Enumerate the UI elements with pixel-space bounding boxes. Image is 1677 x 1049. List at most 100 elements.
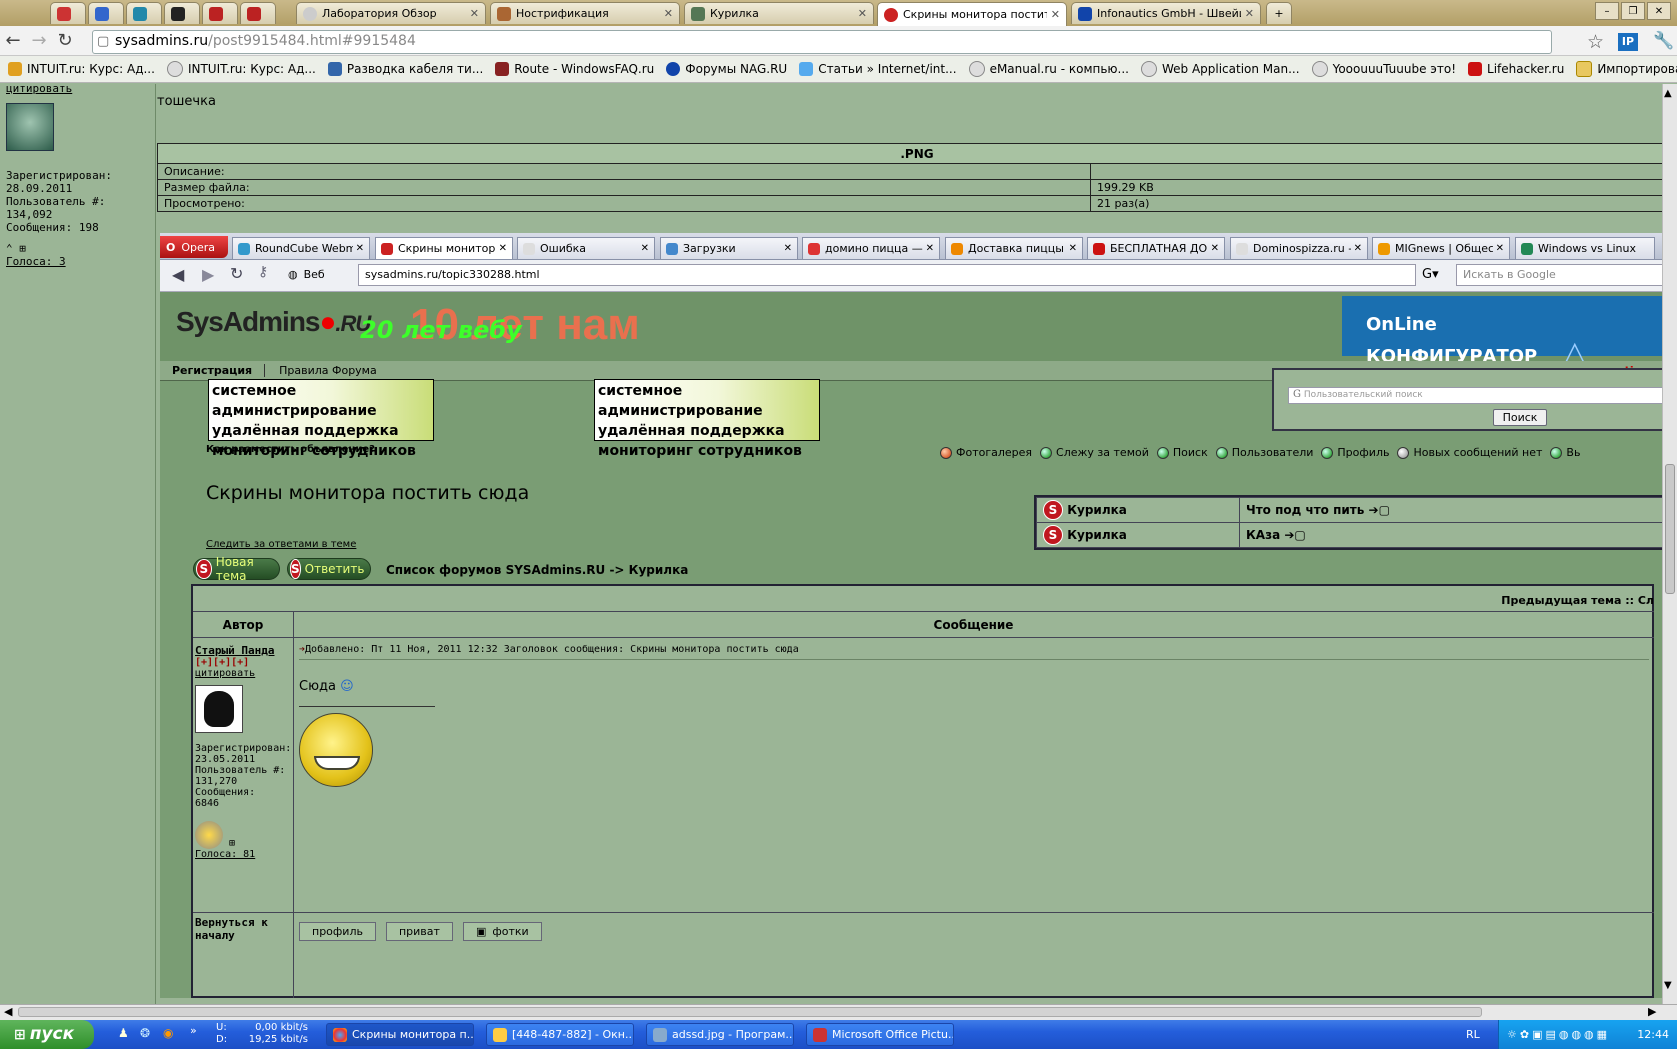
quicklaunch-icon-2[interactable]: ❂ [140, 1026, 150, 1040]
pinned-tab-5[interactable] [202, 2, 238, 24]
scroll-down-icon[interactable]: ▼ [1664, 980, 1672, 991]
bookmark-1[interactable]: INTUIT.ru: Курс: Ад... [166, 61, 316, 77]
close-icon[interactable]: ✕ [1245, 7, 1254, 20]
close-icon[interactable]: ✕ [1051, 8, 1060, 21]
minimize-icon[interactable]: – [1595, 2, 1619, 20]
nav-logout[interactable]: Вь [1550, 446, 1580, 459]
opera-search-field[interactable]: Искать в Google [1456, 264, 1667, 286]
ad-banner-1[interactable]: системное администрирование удалённая по… [208, 379, 434, 459]
quote-link[interactable]: цитировать [195, 668, 293, 679]
opera-tab-4[interactable]: домино пицца — ...✕ [802, 237, 940, 259]
tray-icons[interactable]: ☼✿▣▤◍◍◍▦ [1507, 1028, 1610, 1041]
wrench-icon[interactable]: 🔧 [1653, 31, 1674, 51]
vertical-scrollbar[interactable]: ▲ ▼ [1662, 84, 1677, 1004]
opera-tab-3[interactable]: Загрузки ✕ [660, 237, 798, 259]
new-topic-button[interactable]: S Новая тема [193, 555, 280, 583]
google-engine-icon[interactable]: G▾ [1422, 267, 1439, 282]
back-to-top-link[interactable]: Вернуться к началу [195, 916, 291, 942]
opera-tab-7[interactable]: Dominospizza.ru --...✕ [1230, 237, 1368, 259]
bookmark-5[interactable]: Статьи » Internet/int... [799, 62, 957, 76]
taskbar-item-window[interactable]: [448-487-882] - Окн... [486, 1023, 634, 1046]
recent-topic[interactable]: КАза [1246, 528, 1280, 542]
bookmark-10[interactable]: Импортированные и... [1576, 61, 1677, 77]
close-icon[interactable]: ✕ [1211, 243, 1219, 254]
taskbar-item-image-viewer[interactable]: adssd.jpg - Програм... [646, 1023, 794, 1046]
opera-tab-1[interactable]: Скрины монитора...✕ [375, 237, 513, 259]
nav-users[interactable]: Пользователи [1215, 446, 1313, 459]
prev-topic-link[interactable]: Предыдущая тема :: Сл [193, 586, 1654, 612]
pinned-tab-4[interactable] [164, 2, 200, 24]
nav-search[interactable]: Поиск [1156, 446, 1208, 459]
google-search-button[interactable]: Поиск [1493, 409, 1547, 426]
opera-tab-0[interactable]: RoundCube Webm...✕ [232, 237, 370, 259]
close-icon[interactable]: ✕ [499, 243, 507, 254]
hscroll-thumb[interactable] [18, 1007, 1482, 1017]
scroll-left-icon[interactable]: ◀ [4, 1005, 12, 1018]
reload-icon[interactable]: ↻ [230, 264, 243, 283]
profile-button[interactable]: профиль [299, 922, 376, 941]
bookmark-8[interactable]: YooouuuTuuube это! [1311, 61, 1456, 77]
vote-icon[interactable]: ⊞ [229, 838, 235, 849]
recent-row[interactable]: S Курилка Что под что пить ➔▢ [1036, 497, 1665, 523]
address-bar[interactable]: ▢ sysadmins.ru/post9915484.html#9915484 [92, 30, 1552, 54]
horizontal-scrollbar[interactable]: ◀ ▶ [0, 1004, 1677, 1020]
quicklaunch-icon-1[interactable]: ♟ [118, 1026, 129, 1040]
opera-address-field[interactable]: sysadmins.ru/topic330288.html [358, 264, 1416, 286]
bookmark-3[interactable]: Route - WindowsFAQ.ru [495, 62, 654, 76]
close-icon[interactable]: ✕ [356, 243, 364, 254]
taskbar-item-chrome[interactable]: Скрины монитора п... [326, 1023, 474, 1046]
opera-tab-5[interactable]: Доставка пиццы ...✕ [945, 237, 1083, 259]
start-button[interactable]: ⊞ пуск [0, 1020, 94, 1049]
vote-icons[interactable]: ⌃ ⊞ [6, 242, 149, 255]
back-icon[interactable]: ◀ [172, 265, 184, 284]
author-name[interactable]: Старый Панда [195, 644, 293, 657]
rules-link[interactable]: Правила Форума [265, 364, 391, 377]
ad-question-link[interactable]: Как разместить объявление? [206, 444, 375, 455]
nav-watch[interactable]: Слежу за темой [1040, 446, 1149, 459]
bookmark-0[interactable]: INTUIT.ru: Курс: Ад... [8, 62, 155, 76]
bookmark-4[interactable]: Форумы NAG.RU [666, 62, 787, 76]
tab-0[interactable]: Лаборатория Обзор ✕ [296, 2, 486, 24]
pinned-tab-6[interactable] [240, 2, 276, 24]
recent-topic[interactable]: Что под что пить [1246, 503, 1364, 517]
firefox-icon[interactable]: ◉ [163, 1026, 173, 1040]
close-icon[interactable]: ✕ [784, 243, 792, 254]
recent-row[interactable]: S Курилка КАза ➔▢ [1036, 522, 1665, 548]
photos-button[interactable]: ▣ фотки [462, 922, 542, 941]
quote-link[interactable]: цитировать [6, 82, 149, 95]
nav-gallery[interactable]: Фотогалерея [940, 446, 1032, 459]
nav-new-messages[interactable]: Новых сообщений нет [1397, 446, 1542, 459]
ip-extension-icon[interactable]: IP [1618, 33, 1638, 51]
google-search-input[interactable]: G Пользовательский поиск [1288, 387, 1667, 404]
online-configurator-banner[interactable]: OnLine КОНФИГУРАТОР △ [1342, 296, 1667, 370]
close-icon[interactable]: ✕ [1496, 243, 1504, 254]
bookmark-9[interactable]: Lifehacker.ru [1468, 62, 1564, 76]
opera-tab-8[interactable]: MIGnews | Общес...✕ [1372, 237, 1510, 259]
maximize-icon[interactable]: ❐ [1621, 2, 1645, 20]
new-tab-button[interactable]: + [1266, 2, 1292, 24]
tab-3-active[interactable]: Скрины монитора постить с ✕ [877, 2, 1067, 26]
scroll-right-icon[interactable]: ▶ [1648, 1005, 1656, 1018]
star-icon[interactable]: ☆ [1587, 31, 1604, 53]
opera-tab-6[interactable]: БЕСПЛАТНАЯ ДО... ✕ [1087, 237, 1225, 259]
close-icon[interactable]: ✕ [858, 7, 867, 20]
bookmark-6[interactable]: eManual.ru - компью... [968, 61, 1129, 77]
register-link[interactable]: Регистрация [160, 364, 266, 377]
pinned-tab-2[interactable] [88, 2, 124, 24]
forward-icon[interactable]: ▶ [202, 265, 214, 284]
reload-icon[interactable]: ↻ [52, 30, 78, 51]
scroll-thumb[interactable] [1665, 464, 1675, 594]
reply-button[interactable]: S Ответить [287, 558, 371, 580]
back-icon[interactable]: ← [0, 30, 26, 51]
forward-icon[interactable]: → [26, 30, 52, 51]
pinned-tab-3[interactable] [126, 2, 162, 24]
key-icon[interactable]: ⚷ [258, 264, 268, 280]
opera-tab-2[interactable]: Ошибка ✕ [517, 237, 655, 259]
close-window-icon[interactable]: ✕ [1647, 2, 1671, 20]
site-logo[interactable]: SysAdmins●.RU [176, 306, 371, 338]
nav-profile[interactable]: Профиль [1321, 446, 1389, 459]
private-message-button[interactable]: приват [385, 922, 453, 941]
taskbar-item-office-picture[interactable]: Microsoft Office Pictu... [806, 1023, 954, 1046]
votes-link[interactable]: Голоса: 81 [195, 849, 255, 860]
tab-2[interactable]: Курилка ✕ [684, 2, 874, 24]
